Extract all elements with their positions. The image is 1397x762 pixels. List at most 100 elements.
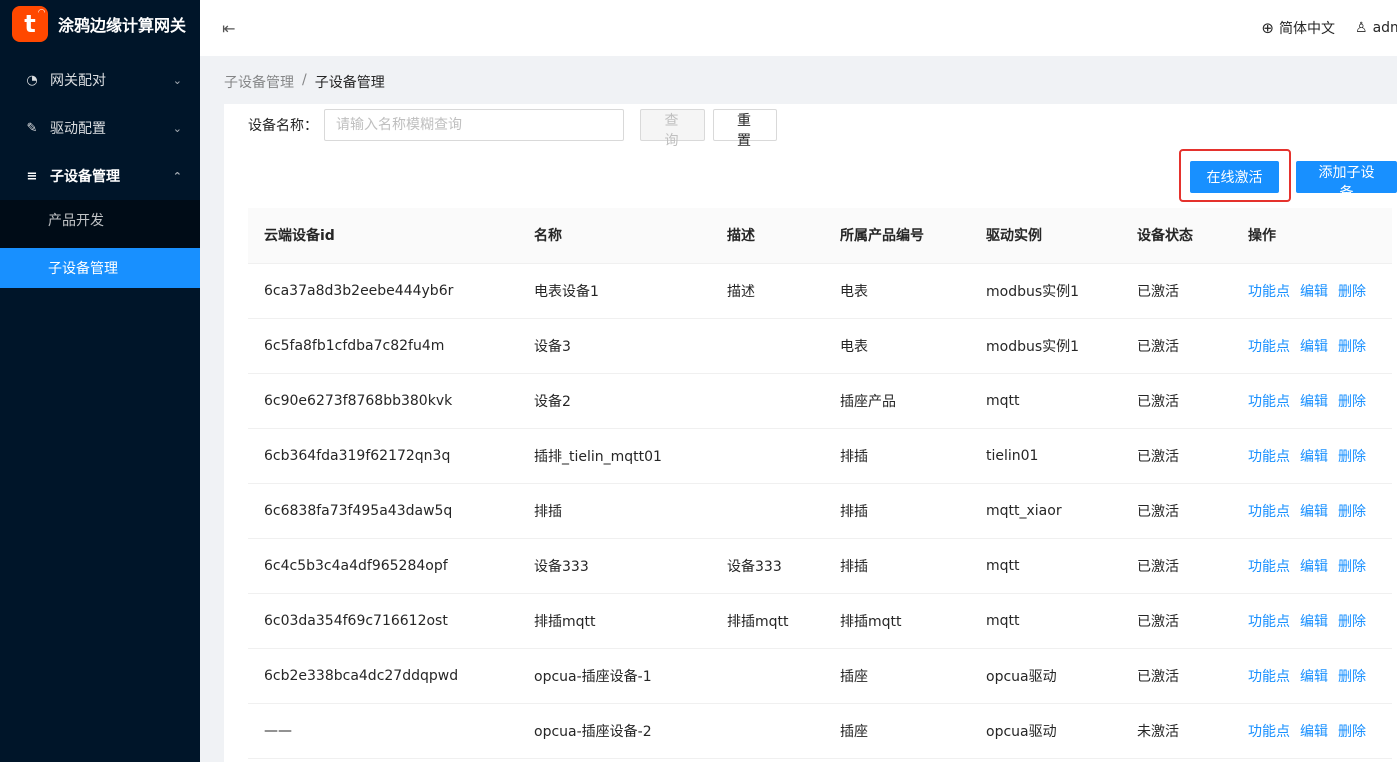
chevron-up-icon: ⌃ (172, 169, 182, 183)
status-cell: 已激活 (1121, 428, 1232, 484)
column-header: 操作 (1232, 208, 1392, 264)
function-points-link[interactable]: 功能点 (1248, 284, 1290, 300)
function-points-link[interactable]: 功能点 (1248, 559, 1290, 575)
edit-link[interactable]: 编辑 (1300, 724, 1328, 740)
edit-link[interactable]: 编辑 (1300, 284, 1328, 300)
query-button[interactable]: 查 询 (640, 109, 705, 149)
function-points-link[interactable]: 功能点 (1248, 449, 1290, 465)
device-name-label: 设备名称： (248, 118, 318, 134)
table-row: 6c6838fa73f495a43daw5q 排插 排插 mqtt_xiaor 已激活功… (248, 483, 1392, 539)
operations-cell: 功能点 编辑 删除 (1232, 373, 1392, 429)
product-cell: 电表 (824, 318, 970, 374)
device-name-cell: 电表设备1 (518, 263, 711, 319)
function-points-link[interactable]: 功能点 (1248, 394, 1290, 410)
device-id-cell: 6c5fa8fb1cfdba7c82fu4m (248, 318, 518, 374)
delete-link[interactable]: 删除 (1338, 669, 1366, 685)
function-points-link[interactable]: 功能点 (1248, 614, 1290, 630)
device-id-cell: 6ca37a8d3b2eebe444yb6r (248, 263, 518, 319)
driver-cell: opcua驱动 (970, 648, 1121, 704)
sidebar-menu: ◔ 网关配对 ⌄ ✎ 驱动配置 ⌄ ≡ 子设备管理 ⌃ 产品开发 子设备管理 (0, 56, 200, 288)
delete-link[interactable]: 删除 (1338, 284, 1366, 300)
column-header: 描述 (711, 208, 824, 264)
status-cell: 已激活 (1121, 593, 1232, 649)
status-cell: 已激活 (1121, 538, 1232, 594)
table-row: 6ca37a8d3b2eebe444yb6r 电表设备1 描述 电表 modbus实例1… (248, 263, 1392, 319)
table-row: 6cb364fda319f62172qn3q 插排_tielin_mqtt01 排插… (248, 428, 1392, 484)
driver-cell: mqtt_xiaor (970, 483, 1121, 539)
status-cell: 未激活 (1121, 703, 1232, 759)
product-cell: 排插mqtt (824, 593, 970, 649)
delete-link[interactable]: 删除 (1338, 559, 1366, 575)
globe-icon: ⊕ (1261, 19, 1274, 37)
operations-cell: 功能点 编辑 删除 (1232, 648, 1392, 704)
menu-fold-icon[interactable]: ⇤ (222, 19, 235, 38)
table-header-row: 云端设备id 名称 描述 所属产品编号 驱动实例 设备状态 操作 (248, 208, 1392, 264)
device-name-input[interactable] (324, 109, 624, 141)
column-header: 驱动实例 (970, 208, 1121, 264)
product-cell: 插座 (824, 703, 970, 759)
edit-icon: ✎ (26, 120, 38, 136)
description-cell (711, 703, 824, 759)
sidebar: t ◠ 涂鸦边缘计算网关 ◔ 网关配对 ⌄ ✎ 驱动配置 ⌄ ≡ 子设备管理 ⌃… (0, 0, 200, 762)
function-points-link[interactable]: 功能点 (1248, 504, 1290, 520)
operations-cell: 功能点 编辑 删除 (1232, 593, 1392, 649)
edit-link[interactable]: 编辑 (1300, 394, 1328, 410)
column-header: 所属产品编号 (824, 208, 970, 264)
add-subdevice-button[interactable]: 添加子设备 (1296, 161, 1397, 201)
brand: t ◠ 涂鸦边缘计算网关 (0, 0, 200, 48)
delete-link[interactable]: 删除 (1338, 449, 1366, 465)
sidebar-item-subdevice-management[interactable]: ≡ 子设备管理 ⌃ (0, 152, 200, 200)
driver-cell: modbus实例1 (970, 318, 1121, 374)
column-header: 名称 (518, 208, 711, 264)
device-name-cell: opcua-插座设备-1 (518, 648, 711, 704)
operations-cell: 功能点 编辑 删除 (1232, 263, 1392, 319)
delete-link[interactable]: 删除 (1338, 339, 1366, 355)
reset-button[interactable]: 重 置 (713, 109, 777, 149)
delete-link[interactable]: 删除 (1338, 504, 1366, 520)
table-row: 6c03da354f69c716612ost 排插mqtt 排插mqtt 排插mqtt… (248, 593, 1392, 649)
device-id-cell: 6c90e6273f8768bb380kvk (248, 373, 518, 429)
tuya-logo: t ◠ (12, 6, 48, 42)
operations-cell: 功能点 编辑 删除 (1232, 483, 1392, 539)
dashboard-icon: ◔ (26, 72, 38, 88)
sidebar-item-gateway-pairing[interactable]: ◔ 网关配对 ⌄ (0, 56, 200, 104)
sidebar-subitem-subdevice-management[interactable]: 子设备管理 (0, 248, 200, 288)
product-cell: 排插 (824, 538, 970, 594)
sidebar-item-driver-config[interactable]: ✎ 驱动配置 ⌄ (0, 104, 200, 152)
product-cell: 电表 (824, 263, 970, 319)
table-row: 6c90e6273f8768bb380kvk 设备2 插座产品 mqtt 已激活 功能点编… (248, 373, 1392, 429)
status-cell: 已激活 (1121, 373, 1232, 429)
operations-cell: 功能点 编辑 删除 (1232, 428, 1392, 484)
table-row: 6c5fa8fb1cfdba7c82fu4m 设备3 电表 modbus实例1 已激活功… (248, 318, 1392, 374)
product-cell: 插座产品 (824, 373, 970, 429)
driver-cell: opcua驱动 (970, 703, 1121, 759)
edit-link[interactable]: 编辑 (1300, 614, 1328, 630)
function-points-link[interactable]: 功能点 (1248, 724, 1290, 740)
edit-link[interactable]: 编辑 (1300, 559, 1328, 575)
main-content: 设备名称： 查 询 重 置 在线激活 添加子设备 云端设备id 名称 描述 所属… (224, 104, 1397, 762)
breadcrumb-separator: / (302, 72, 307, 88)
chevron-down-icon: ⌄ (172, 73, 182, 87)
sidebar-item-label: 网关配对 (50, 73, 106, 89)
edit-link[interactable]: 编辑 (1300, 669, 1328, 685)
sidebar-subitem-product-dev[interactable]: 产品开发 (0, 200, 200, 240)
device-name-cell: 插排_tielin_mqtt01 (518, 428, 711, 484)
breadcrumb-parent[interactable]: 子设备管理 (224, 72, 294, 92)
edit-link[interactable]: 编辑 (1300, 449, 1328, 465)
delete-link[interactable]: 删除 (1338, 394, 1366, 410)
function-points-link[interactable]: 功能点 (1248, 339, 1290, 355)
language-switcher[interactable]: ⊕ 简体中文 (1261, 18, 1335, 38)
delete-link[interactable]: 删除 (1338, 614, 1366, 630)
search-form: 设备名称： 查 询 重 置 (248, 109, 777, 149)
chevron-down-icon: ⌄ (172, 121, 182, 135)
product-cell: 插座 (824, 648, 970, 704)
user-menu[interactable]: ♙ admin (1355, 20, 1397, 36)
driver-cell: mqtt (970, 373, 1121, 429)
edit-link[interactable]: 编辑 (1300, 339, 1328, 355)
delete-link[interactable]: 删除 (1338, 724, 1366, 740)
online-activate-button[interactable]: 在线激活 (1190, 161, 1279, 193)
edit-link[interactable]: 编辑 (1300, 504, 1328, 520)
product-cell: 排插 (824, 483, 970, 539)
function-points-link[interactable]: 功能点 (1248, 669, 1290, 685)
operations-cell: 功能点 编辑 删除 (1232, 703, 1392, 759)
